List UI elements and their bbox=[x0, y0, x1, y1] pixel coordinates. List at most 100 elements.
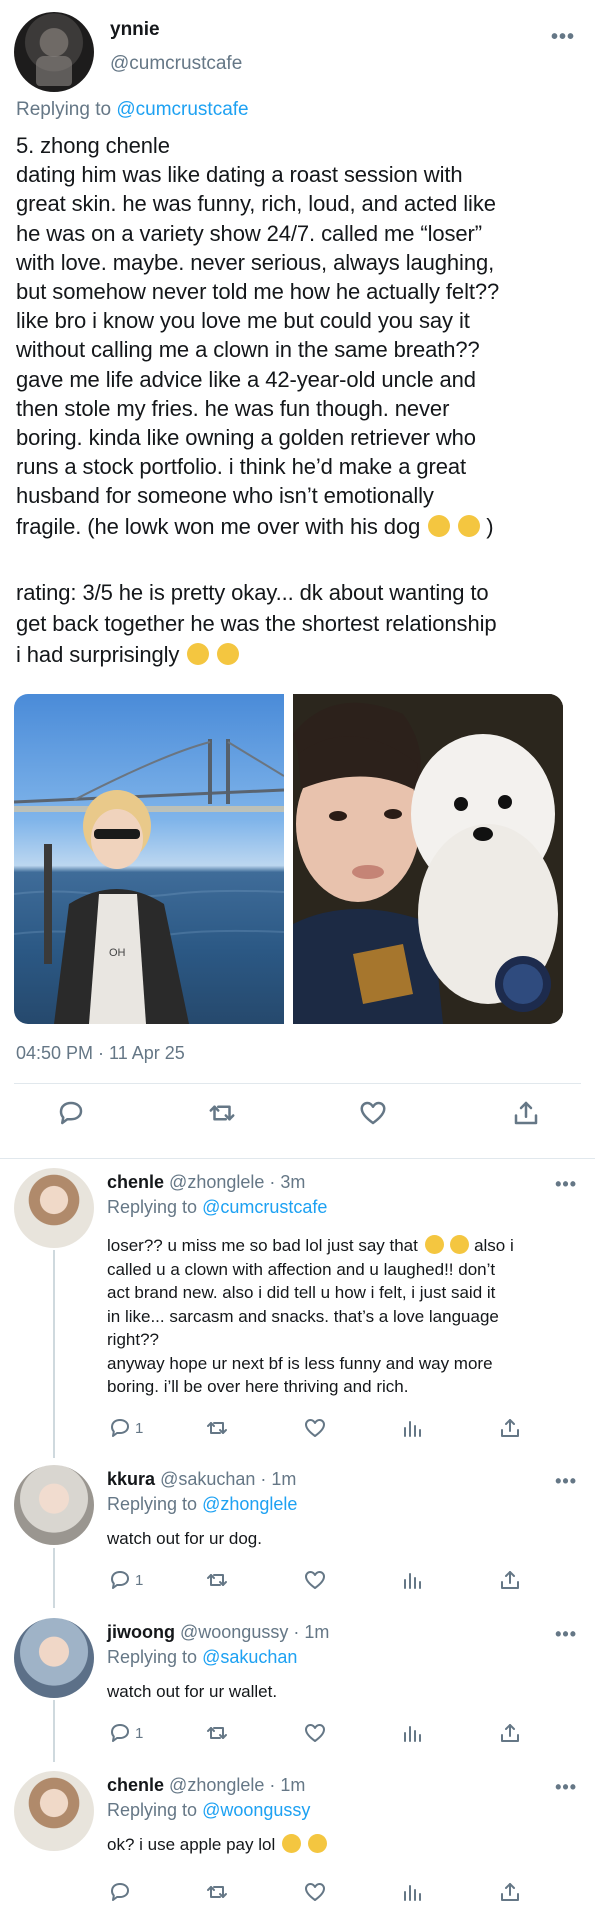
reply-line-text: loser?? u miss me so bad lol just say th… bbox=[107, 1236, 418, 1255]
tweet-line: i had surprisingly bbox=[16, 639, 586, 670]
avatar[interactable] bbox=[14, 1771, 94, 1851]
retweet-icon[interactable] bbox=[204, 1095, 240, 1131]
retweet-icon[interactable] bbox=[205, 1718, 229, 1748]
pleading-emoji-icon bbox=[428, 515, 451, 538]
reply-line: ok? i use apple pay lol bbox=[107, 1833, 577, 1857]
replying-mention-link[interactable]: @zhonglele bbox=[202, 1494, 297, 1514]
stats-icon[interactable] bbox=[400, 1718, 424, 1748]
tweet-line: but somehow never told me how he actuall… bbox=[16, 278, 500, 304]
replying-mention-link[interactable]: @cumcrustcafe bbox=[202, 1197, 327, 1217]
pleading-emoji-icon bbox=[458, 515, 481, 538]
reply-display-name: jiwoong bbox=[107, 1622, 175, 1642]
reply-icon[interactable]: 1 bbox=[108, 1565, 143, 1595]
replying-prefix: Replying to bbox=[107, 1197, 203, 1217]
reply-meta: @sakuchan · 1m bbox=[160, 1469, 297, 1489]
reply-icon[interactable] bbox=[53, 1095, 89, 1131]
more-options-icon[interactable]: ••• bbox=[551, 26, 575, 49]
divider bbox=[14, 1083, 581, 1084]
replying-mention-link[interactable]: @woongussy bbox=[202, 1800, 310, 1820]
replying-prefix: Replying to bbox=[16, 99, 117, 120]
reply-line: boring. i’ll be over here thriving and r… bbox=[107, 1377, 409, 1396]
reply-meta: @zhonglele · 3m bbox=[169, 1172, 306, 1192]
share-icon[interactable] bbox=[498, 1877, 522, 1907]
avatar[interactable] bbox=[14, 1465, 94, 1545]
share-icon[interactable] bbox=[508, 1095, 544, 1131]
reply-line: called u a clown with affection and u la… bbox=[107, 1259, 496, 1279]
tweet-line: rating: 3/5 he is pretty okay... dk abou… bbox=[16, 580, 489, 605]
reply-meta: @zhonglele · 1m bbox=[169, 1775, 306, 1795]
tweet-line: with love. maybe. never serious, always … bbox=[16, 249, 495, 275]
more-options-icon[interactable]: ••• bbox=[555, 1471, 577, 1492]
tweet-line: get back together he was the shortest re… bbox=[16, 611, 497, 636]
reply-count: 1 bbox=[135, 1419, 144, 1437]
tweet-line: gave me life advice like a 42-year-old u… bbox=[16, 366, 476, 392]
reply-line: watch out for ur wallet. bbox=[107, 1682, 278, 1701]
user-handle[interactable]: @cumcrustcafe bbox=[110, 53, 242, 75]
stats-icon[interactable] bbox=[400, 1877, 424, 1907]
tweet-line: without calling me a clown in the same b… bbox=[16, 337, 480, 363]
reply-actions: 1 bbox=[0, 1718, 595, 1748]
reply-icon[interactable]: 1 bbox=[108, 1413, 143, 1443]
tweet-line: 5. zhong chenle bbox=[16, 133, 170, 158]
reply-author[interactable]: jiwoong @woongussy · 1m bbox=[107, 1622, 329, 1643]
share-icon[interactable] bbox=[498, 1565, 522, 1595]
tweet-line-text: i had surprisingly bbox=[16, 642, 180, 667]
heart-eyes-emoji-icon bbox=[424, 1235, 444, 1254]
reply-icon[interactable]: 1 bbox=[108, 1718, 143, 1748]
main-tweet-header: ynnie @cumcrustcafe ••• bbox=[14, 12, 581, 92]
display-name[interactable]: ynnie bbox=[110, 19, 160, 41]
reply-line: anyway hope ur next bf is less funny and… bbox=[107, 1353, 493, 1373]
retweet-icon[interactable] bbox=[205, 1565, 229, 1595]
retweet-icon[interactable] bbox=[205, 1877, 229, 1907]
more-options-icon[interactable]: ••• bbox=[555, 1624, 577, 1645]
replying-mention-link[interactable]: @cumcrustcafe bbox=[116, 99, 248, 120]
replying-to: Replying to @zhonglele bbox=[107, 1494, 297, 1515]
reply-line: in like... sarcasm and snacks. that’s a … bbox=[107, 1306, 499, 1326]
reply-author[interactable]: chenle @zhonglele · 1m bbox=[107, 1775, 305, 1796]
avatar[interactable] bbox=[14, 1168, 94, 1248]
reply-author[interactable]: kkura @sakuchan · 1m bbox=[107, 1469, 296, 1490]
stats-icon[interactable] bbox=[400, 1413, 424, 1443]
reply-line-text: ok? i use apple pay lol bbox=[107, 1835, 276, 1854]
more-options-icon[interactable]: ••• bbox=[555, 1777, 577, 1798]
tweet-line-text: fragile. (he lowk won me over with his d… bbox=[16, 514, 421, 540]
like-icon[interactable] bbox=[303, 1565, 327, 1595]
reply-line: loser?? u miss me so bad lol just say th… bbox=[107, 1234, 577, 1258]
reply-icon[interactable] bbox=[108, 1877, 132, 1907]
tweet-media: OH bbox=[14, 694, 563, 1024]
stats-icon[interactable] bbox=[400, 1565, 424, 1595]
tweet-line: then stole my fries. he was fun though. … bbox=[16, 395, 450, 421]
replying-prefix: Replying to bbox=[107, 1647, 203, 1667]
replying-mention-link[interactable]: @sakuchan bbox=[202, 1647, 297, 1667]
like-icon[interactable] bbox=[303, 1877, 327, 1907]
reply-count: 1 bbox=[135, 1571, 144, 1589]
reply-actions bbox=[0, 1877, 595, 1907]
share-icon[interactable] bbox=[498, 1413, 522, 1443]
photo-selfie-dog[interactable] bbox=[293, 694, 563, 1024]
like-icon[interactable] bbox=[303, 1413, 327, 1443]
like-icon[interactable] bbox=[355, 1095, 391, 1131]
avatar[interactable] bbox=[14, 12, 94, 92]
reply-meta: @woongussy · 1m bbox=[180, 1622, 330, 1642]
reply-text: watch out for ur wallet. bbox=[107, 1680, 577, 1704]
reply-line-text: also i bbox=[474, 1236, 514, 1255]
tweet-line: great skin. he was funny, rich, loud, an… bbox=[16, 191, 496, 217]
tweet-timestamp[interactable]: 04:50 PM · 11 Apr 25 bbox=[16, 1043, 185, 1064]
reply-actions: 1 bbox=[0, 1565, 595, 1595]
replying-to: Replying to @cumcrustcafe bbox=[107, 1197, 327, 1218]
reply-author[interactable]: chenle @zhonglele · 3m bbox=[107, 1172, 305, 1193]
reply-line: act brand new. also i did tell u how i f… bbox=[107, 1283, 496, 1302]
reply-display-name: chenle bbox=[107, 1775, 165, 1795]
replying-prefix: Replying to bbox=[107, 1494, 203, 1514]
svg-text:OH: OH bbox=[109, 947, 126, 959]
retweet-icon[interactable] bbox=[205, 1413, 229, 1443]
reply-display-name: chenle bbox=[107, 1172, 165, 1192]
divider bbox=[0, 1158, 595, 1159]
reply-count: 1 bbox=[135, 1724, 144, 1742]
tweet-line: like bro i know you love me but could yo… bbox=[16, 308, 470, 334]
like-icon[interactable] bbox=[303, 1718, 327, 1748]
photo-bridge-boat[interactable]: OH bbox=[14, 694, 284, 1024]
share-icon[interactable] bbox=[498, 1718, 522, 1748]
more-options-icon[interactable]: ••• bbox=[555, 1174, 577, 1195]
avatar[interactable] bbox=[14, 1618, 94, 1698]
